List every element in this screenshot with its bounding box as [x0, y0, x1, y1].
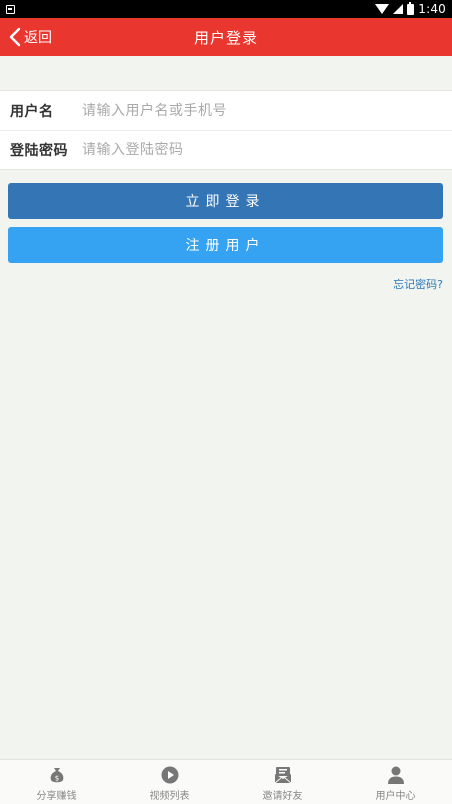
forgot-password-link[interactable]: 忘记密码?: [393, 276, 443, 292]
notification-icon: [6, 4, 15, 14]
wifi-icon: [375, 4, 390, 14]
password-label: 登陆密码: [10, 143, 68, 159]
nav-label-invite-friends: 邀请好友: [262, 790, 303, 802]
nav-item-video-list[interactable]: 视频列表: [113, 760, 226, 804]
nav-item-invite-friends[interactable]: 邀请好友: [226, 760, 339, 804]
page-title: 用户登录: [193, 28, 258, 47]
password-input[interactable]: [82, 135, 452, 165]
login-button[interactable]: 立即登录: [8, 183, 443, 219]
register-button[interactable]: 注册用户: [8, 227, 443, 263]
back-label: 返回: [24, 30, 52, 46]
nav-label-user-center: 用户中心: [375, 790, 416, 802]
chevron-left-icon: [9, 27, 21, 47]
nav-item-share-earn[interactable]: $ 分享赚钱: [0, 760, 113, 804]
password-row: 登陆密码: [0, 130, 452, 169]
login-form: 用户名 登陆密码: [0, 90, 452, 170]
username-row: 用户名: [0, 91, 452, 130]
status-bar: 1:40: [0, 0, 452, 18]
money-bag-icon: $: [50, 767, 63, 782]
nav-label-share-earn: 分享赚钱: [36, 790, 77, 802]
invite-mail-icon: [274, 766, 291, 783]
play-circle-icon: [161, 766, 178, 783]
cell-signal-icon: [393, 4, 404, 14]
back-button[interactable]: 返回: [8, 18, 52, 56]
battery-icon: [407, 1, 415, 15]
username-label: 用户名: [10, 103, 54, 120]
user-icon: [387, 766, 404, 784]
app-header: 返回 用户登录: [0, 18, 452, 56]
nav-item-user-center[interactable]: 用户中心: [339, 760, 452, 804]
svg-text:$: $: [54, 774, 58, 782]
nav-label-video-list: 视频列表: [149, 790, 190, 802]
username-input[interactable]: [82, 95, 452, 126]
bottom-nav: $ 分享赚钱 视频列表 邀请好友 用户中心: [0, 759, 452, 804]
status-time: 1:40: [418, 2, 446, 16]
status-left: [6, 4, 15, 14]
status-right: 1:40: [375, 1, 446, 16]
